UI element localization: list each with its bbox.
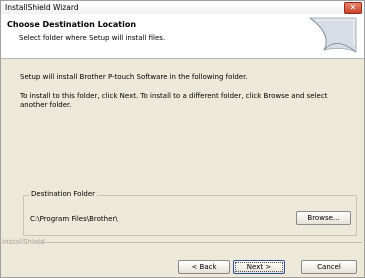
cancel-button[interactable]: Cancel [301,260,357,274]
next-button[interactable]: Next > [233,260,285,274]
page-title: Choose Destination Location [7,20,137,29]
close-button[interactable]: ✕ [344,2,362,14]
wizard-header: Choose Destination Location Select folde… [1,14,364,59]
instructions-line2: another folder. [20,101,72,109]
instructions-line1: To install to this folder, click Next. T… [20,92,328,100]
browse-button[interactable]: Browse... [296,211,351,225]
destination-folder-group: Destination Folder C:\Program Files\Brot… [23,190,357,236]
window-title: InstallShield Wizard [5,3,79,12]
destination-path: C:\Program Files\Brother\ [30,215,118,223]
title-bar: InstallShield Wizard ✕ [1,1,364,14]
install-description: Setup will install Brother P-touch Softw… [20,73,248,81]
page-subtitle: Select folder where Setup will install f… [19,34,166,42]
curled-page-graphic-icon [308,17,357,53]
installshield-window: InstallShield Wizard ✕ Choose Destinatio… [0,0,365,278]
destination-folder-legend: Destination Folder [29,190,98,198]
back-button[interactable]: < Back [178,260,230,274]
footer-divider [37,242,362,243]
